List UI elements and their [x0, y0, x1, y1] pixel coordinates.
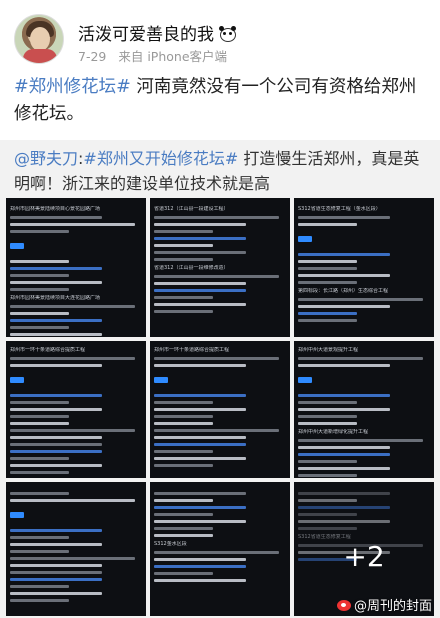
post-date: 7-29 — [78, 49, 107, 64]
image-title-text: 郑州市一环十条道路综合提质工程 — [10, 347, 86, 353]
watermark: @周刊的封面 — [336, 595, 432, 614]
watermark-text: @周刊的封面 — [353, 599, 432, 614]
panda-emoji-icon — [218, 26, 236, 42]
post-hashtag[interactable]: #郑州修花坛# — [14, 77, 131, 97]
avatar[interactable] — [14, 14, 64, 64]
post-text: #郑州修花坛# 河南竟然没有一个公司有资格给郑州修花坛。 — [14, 74, 426, 128]
image-mid-text: 郑州中州大道新增绿化提升工程 — [298, 429, 369, 435]
image-title-text: 郑州市一环十条道路综合提质工程 — [154, 347, 230, 353]
image-thumbnail[interactable]: 郑州市一环十条道路综合提质工程 — [150, 341, 290, 478]
image-mid-text: 郑州市园林美景陆续项目大连花园路广场 — [10, 295, 101, 301]
post-source: 来自 iPhone客户端 — [118, 49, 228, 64]
image-thumbnail[interactable] — [6, 482, 146, 616]
image-thumbnail[interactable]: 郑州市一环十条道路综合提质工程 — [6, 341, 146, 478]
image-thumbnail[interactable]: 省道312（江山县一段建设工程） 省道312（江山县一段维修改造） — [150, 198, 290, 337]
image-thumbnail[interactable]: 郑州市园林美景陆续项目心景花园路广场 郑州市园林美景陆续项目大连花园路广场 — [6, 198, 146, 337]
image-title-text: 省道312（江山县一段建设工程） — [154, 206, 229, 212]
weibo-logo-icon — [336, 600, 351, 611]
image-thumbnail[interactable]: S312省道生态修复工程（金水区段） 第四标段：长江路（郑州）生态综合工程 — [294, 198, 434, 337]
image-title-text: S312省道生态修复工程（金水区段） — [298, 206, 381, 212]
image-thumbnail[interactable]: S312金水区段 — [150, 482, 290, 616]
author-name-text[interactable]: 活泼可爱善良的我 — [78, 25, 214, 45]
post-meta: 7-29 来自 iPhone客户端 — [78, 46, 227, 65]
repost-hashtag[interactable]: #郑州又开始修花坛# — [83, 149, 238, 168]
image-title-text: 郑州市园林美景陆续项目心景花园路广场 — [10, 206, 101, 212]
image-mid-text: 第四标段：长江路（郑州）生态综合工程 — [298, 288, 389, 294]
image-thumbnail[interactable]: 郑州中州大道景观提升工程 郑州中州大道新增绿化提升工程 — [294, 341, 434, 478]
post-header: 活泼可爱善良的我 7-29 来自 iPhone客户端 — [14, 14, 426, 66]
repost-text: @野夫刀:#郑州又开始修花坛# 打造慢生活郑州，真是英明啊！浙江来的建设单位技术… — [14, 146, 426, 196]
author-name[interactable]: 活泼可爱善良的我 — [78, 20, 236, 45]
image-title-text: S312金水区段 — [154, 541, 187, 547]
image-mid-text: 省道312（江山县一段维修改造） — [154, 265, 229, 271]
repost-mention[interactable]: @野夫刀 — [14, 149, 78, 168]
repost-card[interactable]: @野夫刀:#郑州又开始修花坛# 打造慢生活郑州，真是英明啊！浙江来的建设单位技术… — [0, 140, 440, 618]
image-title-text: 郑州中州大道景观提升工程 — [298, 347, 359, 353]
